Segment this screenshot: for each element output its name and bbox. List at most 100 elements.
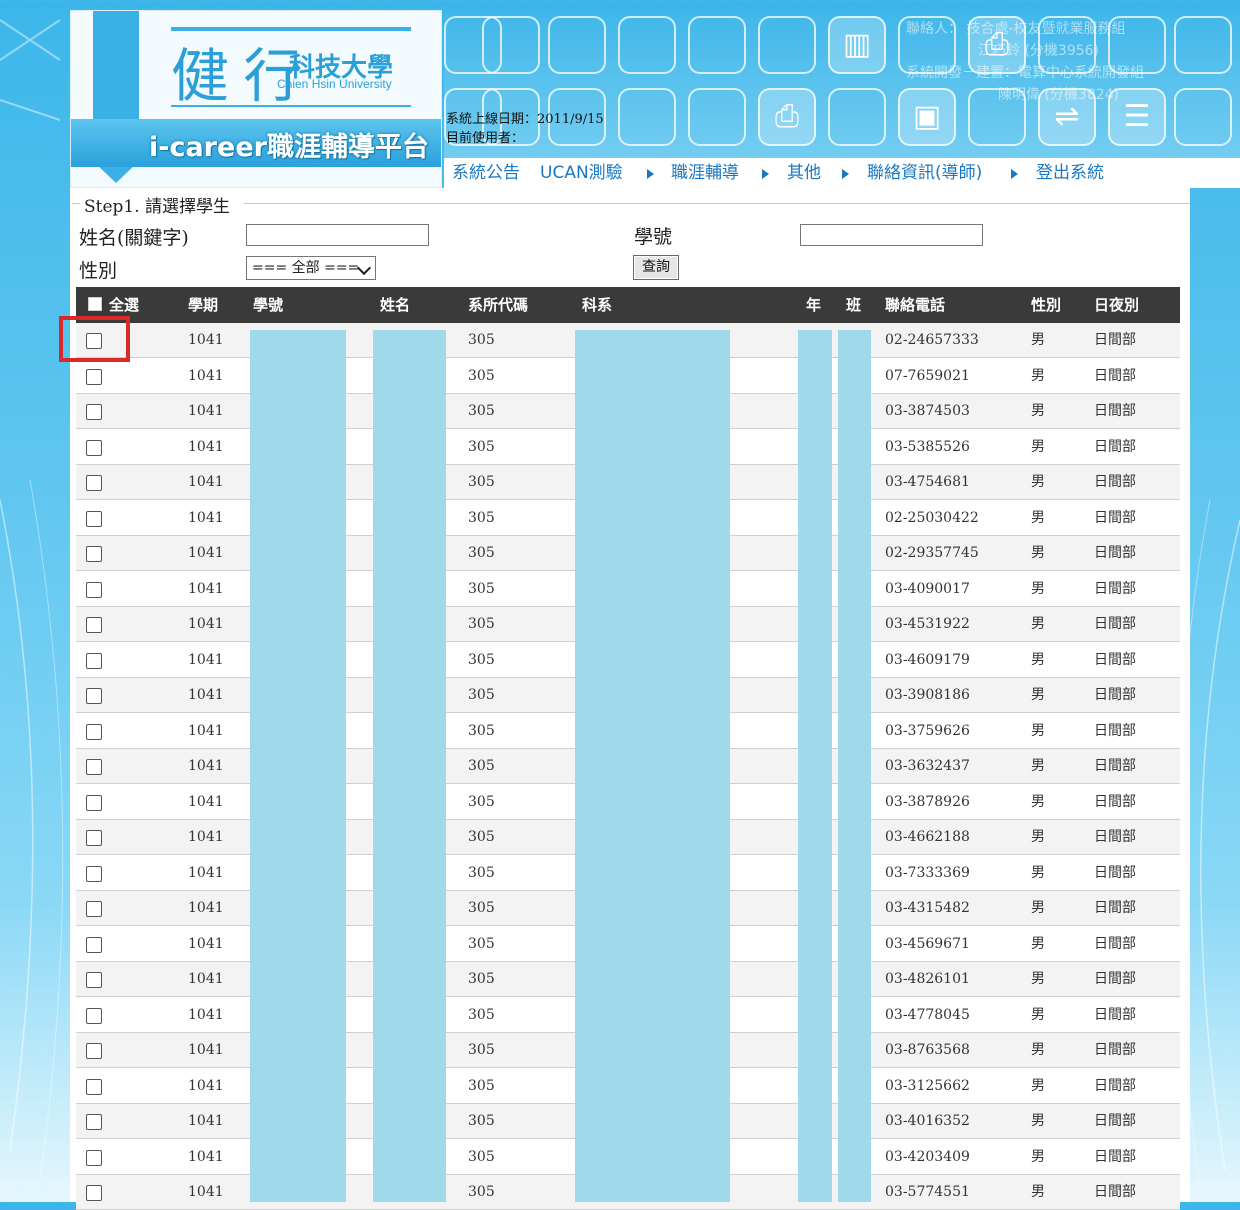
cell-term: 1041 xyxy=(188,687,224,703)
row-checkbox[interactable] xyxy=(86,1007,102,1024)
cabinet-icon: ▥ xyxy=(828,16,886,74)
cell-gender: 男 xyxy=(1031,1148,1045,1165)
cell-dept-code: 305 xyxy=(468,509,495,526)
cell-term: 1041 xyxy=(188,935,224,952)
cell-term: 1041 xyxy=(188,616,224,632)
highlight-box xyxy=(59,316,130,362)
university-english-name: Chien Hsin University xyxy=(277,77,392,91)
row-checkbox[interactable] xyxy=(86,865,102,882)
redacted-class-column xyxy=(838,330,871,1202)
cell-phone: 03-3908186 xyxy=(885,687,970,703)
cell-gender: 男 xyxy=(1031,864,1045,881)
row-checkbox[interactable] xyxy=(86,1114,102,1130)
row-checkbox[interactable] xyxy=(86,794,102,811)
cell-phone: 03-4315482 xyxy=(885,900,970,916)
cell-dept-code: 305 xyxy=(468,474,495,490)
row-checkbox[interactable] xyxy=(86,830,102,846)
logo-block: 健 行 科技大學 Chien Hsin University i-career職… xyxy=(70,10,442,188)
cell-term: 1041 xyxy=(188,509,224,526)
row-checkbox[interactable] xyxy=(86,1078,102,1095)
cell-division: 日間部 xyxy=(1094,367,1136,384)
cell-phone: 03-5774551 xyxy=(885,1184,970,1200)
cell-dept-code: 305 xyxy=(468,1077,495,1094)
cell-division: 日間部 xyxy=(1094,758,1136,774)
cell-term: 1041 xyxy=(188,900,224,916)
cell-phone: 03-4016352 xyxy=(885,1113,970,1129)
cell-gender: 男 xyxy=(1031,332,1045,348)
nav-other[interactable]: 其他 xyxy=(787,158,821,188)
row-checkbox[interactable] xyxy=(86,688,102,704)
cell-phone: 03-4754681 xyxy=(885,474,970,490)
row-checkbox[interactable] xyxy=(86,581,102,598)
nav-announce[interactable]: 系統公告 xyxy=(452,158,520,188)
cell-gender: 男 xyxy=(1031,935,1045,952)
cell-gender: 男 xyxy=(1031,758,1045,774)
row-checkbox[interactable] xyxy=(86,439,102,456)
header-phone: 聯絡電話 xyxy=(885,296,946,314)
nav-logout[interactable]: 登出系統 xyxy=(1036,158,1104,188)
cell-phone: 03-3874503 xyxy=(885,403,970,419)
cell-term: 1041 xyxy=(188,1077,224,1094)
row-checkbox[interactable] xyxy=(86,652,102,669)
row-checkbox[interactable] xyxy=(86,1185,102,1201)
row-checkbox[interactable] xyxy=(86,759,102,775)
cell-term: 1041 xyxy=(188,332,224,348)
header-dept-code: 系所代碼 xyxy=(468,296,529,314)
cell-division: 日間部 xyxy=(1094,1006,1136,1023)
cell-phone: 07-7659021 xyxy=(885,367,970,384)
nav-ucan[interactable]: UCAN測驗 xyxy=(540,158,623,188)
cell-dept-code: 305 xyxy=(468,1042,495,1058)
cell-dept-code: 305 xyxy=(468,900,495,916)
cell-term: 1041 xyxy=(188,580,224,597)
row-checkbox[interactable] xyxy=(86,901,102,917)
row-checkbox[interactable] xyxy=(86,475,102,491)
cell-phone: 03-7333369 xyxy=(885,864,970,881)
cell-phone: 03-4090017 xyxy=(885,580,970,597)
cell-dept-code: 305 xyxy=(468,1184,495,1200)
cell-division: 日間部 xyxy=(1094,509,1136,526)
row-checkbox[interactable] xyxy=(86,510,102,527)
nav-contact[interactable]: 聯絡資訊(導師) xyxy=(867,158,982,188)
cell-gender: 男 xyxy=(1031,1184,1045,1200)
select-all-checkbox[interactable] xyxy=(88,297,102,311)
cell-phone: 03-8763568 xyxy=(885,1042,970,1058)
row-checkbox[interactable] xyxy=(86,972,102,988)
nav-arrow-icon xyxy=(647,169,654,179)
header-term: 學期 xyxy=(188,296,219,314)
cell-division: 日間部 xyxy=(1094,616,1136,632)
row-checkbox[interactable] xyxy=(86,936,102,953)
contact-line: 江巧鈴 (分機3956) xyxy=(978,43,1100,59)
row-checkbox[interactable] xyxy=(86,1043,102,1059)
name-input[interactable] xyxy=(246,224,429,246)
row-checkbox[interactable] xyxy=(86,617,102,633)
gender-select-value: === 全部 === xyxy=(252,260,360,276)
cell-dept-code: 305 xyxy=(468,545,495,561)
cell-division: 日間部 xyxy=(1094,545,1136,561)
cell-gender: 男 xyxy=(1031,438,1045,455)
cell-gender: 男 xyxy=(1031,1113,1045,1129)
tile xyxy=(482,16,540,74)
gender-select[interactable]: === 全部 === xyxy=(246,256,376,280)
cell-gender: 男 xyxy=(1031,580,1045,597)
row-checkbox[interactable] xyxy=(86,546,102,562)
cell-division: 日間部 xyxy=(1094,1113,1136,1129)
cell-dept-code: 305 xyxy=(468,793,495,810)
student-id-input[interactable] xyxy=(800,224,983,246)
redacted-name-column xyxy=(373,330,446,1202)
cell-term: 1041 xyxy=(188,722,224,739)
cell-dept-code: 305 xyxy=(468,758,495,774)
cell-gender: 男 xyxy=(1031,900,1045,916)
cell-division: 日間部 xyxy=(1094,935,1136,952)
cell-division: 日間部 xyxy=(1094,651,1136,668)
row-checkbox[interactable] xyxy=(86,723,102,740)
row-checkbox[interactable] xyxy=(86,404,102,420)
row-checkbox[interactable] xyxy=(86,368,102,385)
cell-phone: 02-24657333 xyxy=(885,332,979,348)
nav-career[interactable]: 職涯輔導 xyxy=(671,158,739,188)
cell-term: 1041 xyxy=(188,1006,224,1023)
cell-phone: 02-25030422 xyxy=(885,509,979,526)
step-title: Step1. 請選擇學生 xyxy=(84,197,231,217)
row-checkbox[interactable] xyxy=(86,1149,102,1166)
contact-line: 系統開發－建置：電算中心系統開發組 xyxy=(906,65,1144,81)
query-button[interactable]: 查詢 xyxy=(633,255,679,280)
